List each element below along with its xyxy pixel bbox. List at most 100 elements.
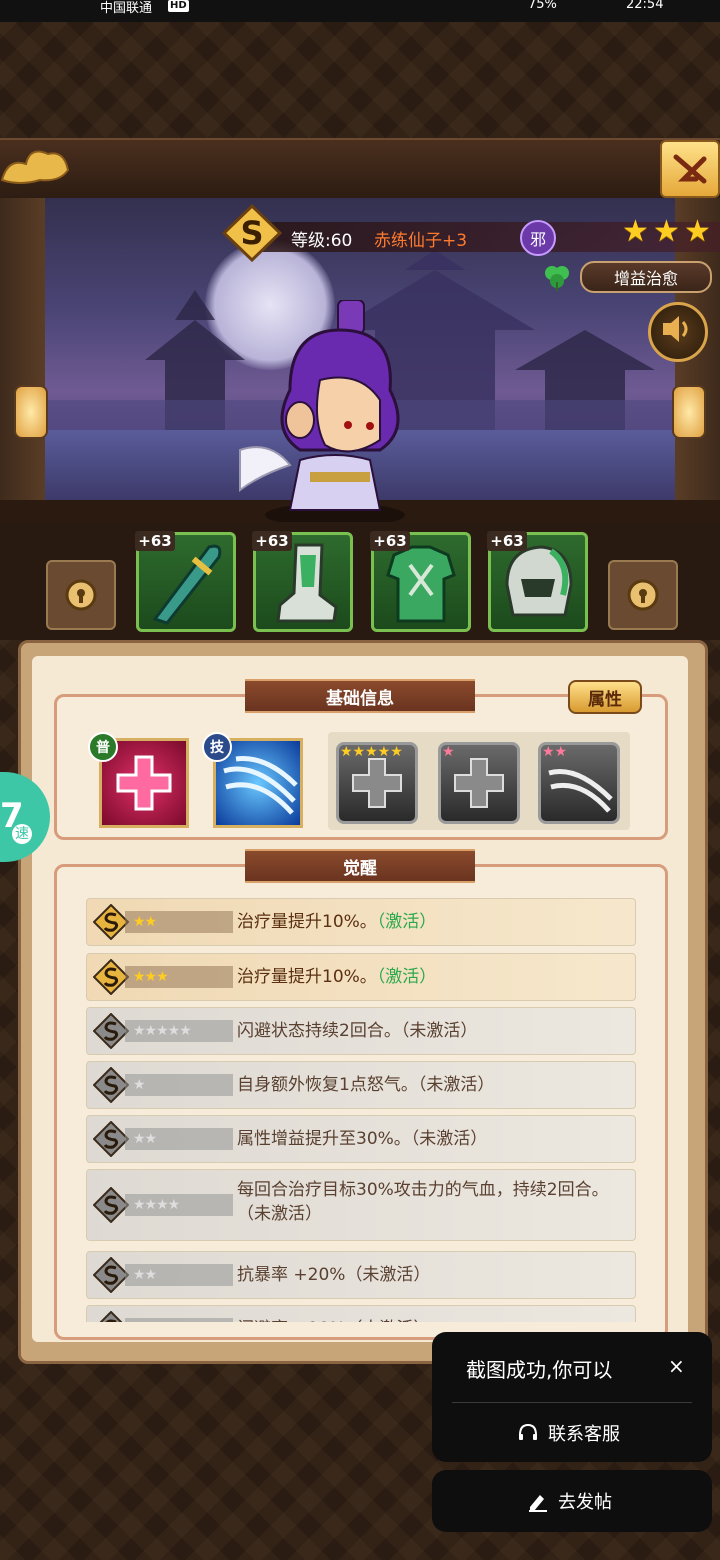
equip-level-badge: +63 bbox=[370, 531, 410, 551]
awakening-row: ★★★★★ 闪避状态持续2回合。（未激活） bbox=[86, 1007, 636, 1055]
status-bar: 中国联通 HD 75% 22:54 bbox=[0, 0, 720, 22]
awakening-effect: 治疗量提升10%。 bbox=[237, 912, 377, 932]
contact-service-button[interactable]: 联系客服 bbox=[516, 1420, 620, 1446]
awakening-text: 治疗量提升10%。（激活） bbox=[237, 910, 617, 934]
toast-close-button[interactable]: × bbox=[668, 1354, 685, 1378]
normal-skill-tag: 普 bbox=[88, 732, 118, 762]
toast-title: 截图成功,你可以 bbox=[466, 1358, 613, 1382]
awakening-text: 自身额外恢复1点怒气。（未激活） bbox=[237, 1073, 617, 1097]
awakening-stars: ★★ bbox=[125, 1264, 233, 1286]
awakening-status: （激活） bbox=[376, 967, 437, 987]
awakening-effect: 闪避状态持续2回合。 bbox=[237, 1021, 401, 1041]
awakening-list[interactable]: ★★ 治疗量提升10%。（激活） ★★★ 治疗量提升10%。（激活） ★★★★★ 闪避状态… bbox=[86, 898, 636, 1322]
awakening-text: 治疗量提升10%。（激活） bbox=[237, 965, 617, 989]
awakening-status: （未激活） bbox=[400, 1021, 478, 1041]
awakening-row: ★ 自身额外恢复1点怒气。（未激活） bbox=[86, 1061, 636, 1109]
awakening-row: ★★ 抗暴率 +20%（未激活） bbox=[86, 1251, 636, 1299]
hero-name: 赤练仙子+3 bbox=[374, 231, 468, 251]
awakening-stars: ★ bbox=[125, 1074, 233, 1096]
awakening-row: ★★★ 治疗量提升10%。（激活） bbox=[86, 953, 636, 1001]
cloud-ornament-icon bbox=[0, 150, 70, 184]
hd-badge: HD bbox=[168, 0, 189, 12]
awakening-text: 闪避率 +10%（未激活） bbox=[237, 1317, 617, 1322]
buff-type-label: 增益治愈 bbox=[580, 261, 712, 293]
equip-level-badge: +63 bbox=[252, 531, 292, 551]
speed-label: 速 bbox=[12, 824, 32, 844]
close-button[interactable] bbox=[660, 140, 720, 198]
hero-level: 等级:60 bbox=[291, 231, 353, 251]
awakening-rank-icon bbox=[93, 1121, 129, 1157]
passive-stars-2: ★ bbox=[442, 744, 455, 760]
passive-stars-3: ★★ bbox=[542, 744, 568, 760]
awakening-stars: ★★ bbox=[125, 1128, 233, 1150]
hero-star-icon: ★ bbox=[622, 214, 649, 249]
equip-level-badge: +63 bbox=[487, 531, 527, 551]
awakening-status: （未激活） bbox=[237, 1204, 322, 1224]
awakening-text: 闪避状态持续2回合。（未激活） bbox=[237, 1019, 617, 1043]
awakening-rank-icon bbox=[99, 1311, 123, 1322]
locked-slot-left[interactable] bbox=[46, 560, 116, 630]
go-post-content[interactable]: 去发帖 bbox=[526, 1488, 612, 1514]
awakening-title: 觉醒 bbox=[245, 849, 475, 883]
left-pillar bbox=[0, 198, 45, 508]
attribute-button[interactable]: 属性 bbox=[568, 680, 642, 714]
awakening-row: ★★★ 闪避率 +10%（未激活） bbox=[86, 1305, 636, 1322]
awakening-effect: 治疗量提升10%。 bbox=[237, 967, 377, 987]
faction-badge: 邪 bbox=[520, 220, 556, 256]
awakening-text: 抗暴率 +20%（未激活） bbox=[237, 1263, 617, 1287]
close-arrow-icon bbox=[673, 154, 707, 184]
toast-divider bbox=[452, 1402, 692, 1403]
svg-text:S: S bbox=[240, 214, 263, 252]
hero-star-icon: ★ bbox=[653, 214, 680, 249]
clover-icon bbox=[545, 266, 569, 291]
awakening-text: 每回合治疗目标30%攻击力的气血，持续2回合。 （未激活） bbox=[237, 1178, 617, 1226]
voice-button[interactable] bbox=[648, 302, 708, 362]
hero-character bbox=[239, 300, 405, 527]
contact-service-label: 联系客服 bbox=[548, 1424, 620, 1445]
awakening-row: ★★★★ 每回合治疗目标30%攻击力的气血，持续2回合。 （未激活） bbox=[86, 1169, 636, 1241]
lantern-right bbox=[672, 385, 706, 439]
hero-star-icon: ★ bbox=[684, 214, 711, 249]
active-skill-tag: 技 bbox=[202, 732, 232, 762]
awakening-status: （未激活） bbox=[345, 1319, 430, 1322]
awakening-stars: ★★★ bbox=[125, 1318, 233, 1322]
awakening-stars: ★★★★ bbox=[125, 1194, 233, 1216]
awakening-rank-icon bbox=[93, 1067, 129, 1103]
awakening-status: （激活） bbox=[376, 912, 437, 932]
headset-icon bbox=[519, 1423, 537, 1440]
awakening-row: ★★ 治疗量提升10%。（激活） bbox=[86, 898, 636, 946]
awakening-status: （未激活） bbox=[410, 1129, 488, 1149]
awakening-effect: 自身额外恢复1点怒气。 bbox=[237, 1075, 418, 1095]
awakening-status: （未激活） bbox=[417, 1075, 495, 1095]
rank-s-icon: S bbox=[222, 204, 282, 262]
clock: 22:54 bbox=[626, 0, 664, 12]
awakening-status: （未激活） bbox=[345, 1265, 431, 1285]
lock-icon bbox=[627, 579, 659, 611]
lock-icon bbox=[65, 579, 97, 611]
battery-percent: 75% bbox=[528, 0, 557, 12]
header-bar bbox=[0, 138, 720, 200]
awakening-rank-icon bbox=[93, 904, 129, 940]
awakening-effect: 每回合治疗目标30%攻击力的气血，持续2回合。 bbox=[237, 1180, 609, 1200]
awakening-rank-icon bbox=[93, 1187, 129, 1223]
awakening-text: 属性增益提升至30%。（未激活） bbox=[237, 1127, 617, 1151]
lantern-left bbox=[14, 385, 48, 439]
pen-icon bbox=[529, 1495, 547, 1512]
equip-level-badge: +63 bbox=[135, 531, 175, 551]
awakening-rank-icon bbox=[93, 1257, 129, 1293]
awakening-rank-icon bbox=[93, 959, 129, 995]
speaker-icon bbox=[663, 316, 688, 342]
passive-stars-1: ★★★★★ bbox=[340, 744, 403, 760]
carrier-label: 中国联通 bbox=[100, 1, 153, 16]
locked-slot-right[interactable] bbox=[608, 560, 678, 630]
basic-info-title: 基础信息 bbox=[245, 679, 475, 713]
awakening-stars: ★★★ bbox=[125, 966, 233, 988]
awakening-effect: 抗暴率 +20% bbox=[237, 1265, 346, 1285]
awakening-effect: 属性增益提升至30%。 bbox=[237, 1129, 411, 1149]
awakening-row: ★★ 属性增益提升至30%。（未激活） bbox=[86, 1115, 636, 1163]
awakening-stars: ★★ bbox=[125, 911, 233, 933]
awakening-rank-icon bbox=[93, 1013, 129, 1049]
go-post-label: 去发帖 bbox=[558, 1492, 612, 1513]
awakening-effect: 闪避率 +10% bbox=[237, 1319, 345, 1322]
awakening-stars: ★★★★★ bbox=[125, 1020, 233, 1042]
